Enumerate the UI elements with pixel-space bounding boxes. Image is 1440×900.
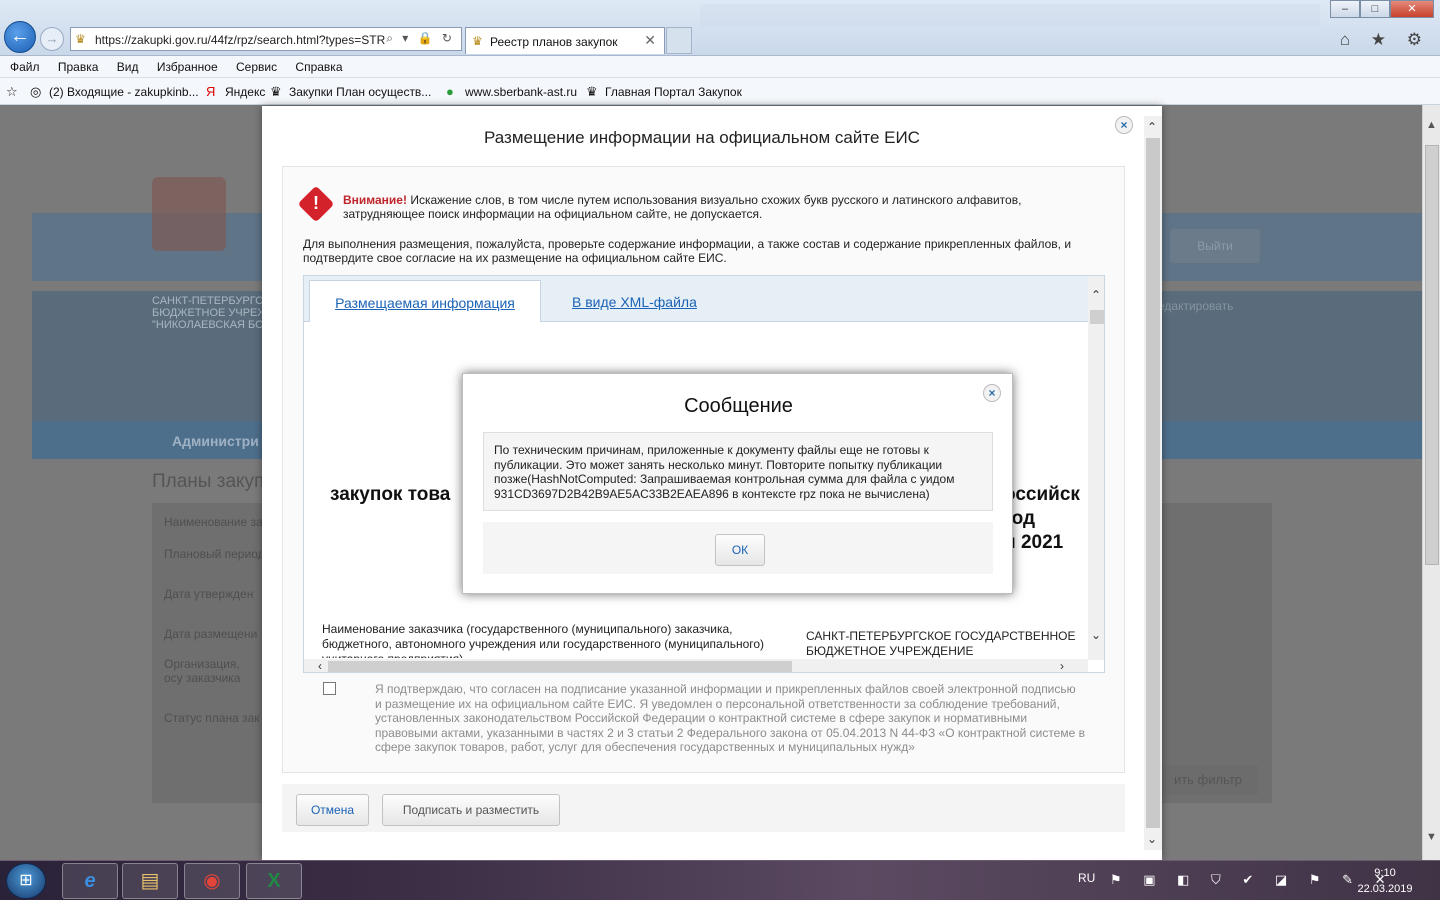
browser-tab-active[interactable]: ♛ Реестр планов закупок ✕ (465, 27, 665, 54)
home-favorites-settings-icons[interactable]: ⌂ ★ ⚙ (1340, 30, 1430, 50)
excel-icon[interactable]: X (246, 863, 302, 899)
window-controls: – □ ✕ (1330, 0, 1434, 18)
sign-and-publish-button[interactable]: Подписать и разместить (382, 794, 560, 826)
background-tabs (700, 4, 1320, 26)
minimize-button[interactable]: – (1330, 0, 1360, 18)
warning-text: Искажение слов, в том числе путем исполь… (343, 193, 1022, 221)
preview-hscroll-thumb[interactable] (328, 661, 792, 672)
bg-org-name: САНКТ-ПЕТЕРБУРГС БЮДЖЕТНОЕ УЧРЕЖ "НИКОЛА… (152, 295, 271, 331)
message-footer: ОК (483, 522, 993, 574)
document-heading-right: оссийск (1004, 484, 1080, 505)
warning-message: Внимание! Искажение слов, в том числе пу… (343, 193, 1073, 221)
page-scrollbar[interactable]: ▲ ▼ (1422, 105, 1440, 860)
customer-value: САНКТ-ПЕТЕРБУРГСКОЕ ГОСУДАРСТВЕННОЕ БЮДЖ… (806, 629, 1076, 658)
maximize-button[interactable]: □ (1360, 0, 1390, 18)
language-indicator[interactable]: RU (1078, 871, 1095, 885)
modal-scroll-thumb[interactable] (1146, 138, 1160, 828)
preview-vscroll-thumb[interactable] (1090, 310, 1104, 324)
forward-button[interactable]: → (40, 27, 64, 51)
bg-coat-of-arms (152, 177, 226, 251)
bg-filter-label: Статус плана зак (164, 711, 260, 725)
tab-xml-file[interactable]: В виде XML-файла (572, 280, 697, 322)
menu-file[interactable]: Файл (0, 56, 45, 74)
warning-label: Внимание! (343, 193, 407, 207)
message-title: Сообщение (684, 395, 793, 417)
scroll-down-icon[interactable]: ▼ (1426, 831, 1437, 843)
cancel-button[interactable]: Отмена (296, 794, 369, 826)
bg-filter-label: Организация, осу заказчика (164, 657, 241, 685)
warning-exclamation: ! (313, 193, 319, 213)
intro-text: Для выполнения размещения, пожалуйста, п… (303, 237, 1072, 265)
modal-scroll-down-icon[interactable]: ⌄ (1147, 832, 1157, 846)
chrome-icon[interactable]: ◉ (184, 863, 240, 899)
bg-filter-label: Плановый период (164, 547, 265, 561)
favorite-link-inbox[interactable]: ◎ (2) Входящие - zakupkinb... (30, 84, 199, 100)
preview-scroll-up-icon[interactable]: ⌃ (1091, 288, 1101, 302)
clock[interactable]: 9:10 22.03.2019 (1350, 865, 1420, 897)
tab-favicon-icon: ♛ (472, 34, 483, 48)
modal-title: Размещение информации на официальном сай… (484, 128, 920, 147)
favorites-star-icon[interactable]: ☆ (6, 84, 25, 100)
bg-edit-link: едактировать (1158, 299, 1234, 313)
favorite-link-yandex[interactable]: Я Яндекс (206, 84, 265, 99)
address-url[interactable]: https://zakupki.gov.ru/44fz/rpz/search.h… (95, 33, 395, 47)
menu-tools[interactable]: Сервис (226, 56, 282, 74)
bg-page-title: Планы закуп (152, 471, 265, 492)
modal-scrollbar[interactable]: ⌃ ⌄ (1144, 116, 1162, 850)
confirm-text: Я подтверждаю, что согласен на подписани… (375, 682, 1085, 754)
preview-vscrollbar[interactable]: ⌃ ⌄ (1088, 276, 1104, 660)
ok-button[interactable]: ОК (715, 534, 765, 566)
preview-scroll-right-icon[interactable]: › (1060, 659, 1064, 672)
menu-edit[interactable]: Правка (48, 56, 104, 74)
new-tab-button[interactable] (666, 27, 692, 54)
bg-apply-filter-button: ить фильтр (1158, 765, 1258, 795)
scroll-up-icon[interactable]: ▲ (1426, 119, 1437, 131)
preview-scroll-left-icon[interactable]: ‹ (318, 659, 322, 672)
bg-filter-label: Дата утвержден (164, 587, 254, 601)
bg-nav-item: Администри (172, 433, 259, 449)
address-actions-icons[interactable]: ⌕ ▾ 🔒 ↻ (386, 31, 455, 46)
bg-logout-button: Выйти (1170, 229, 1260, 263)
menu-help[interactable]: Справка (285, 56, 347, 74)
customer-label: Наименование заказчика (государственного… (322, 622, 765, 658)
modal-scroll-up-icon[interactable]: ⌃ (1147, 120, 1157, 134)
file-explorer-icon[interactable]: ▤ (122, 863, 178, 899)
bg-filter-label: Наименование за (164, 515, 263, 529)
favorite-link-zakupki-plan[interactable]: ♛ Закупки План осуществ... (270, 84, 431, 100)
start-button[interactable]: ⊞ (6, 863, 46, 899)
window-close-button[interactable]: ✕ (1390, 0, 1434, 18)
menu-favorites[interactable]: Избранное (147, 56, 223, 74)
menu-bar: Файл Правка Вид Избранное Сервис Справка (0, 56, 1440, 78)
clock-time: 9:10 (1374, 867, 1396, 879)
scroll-thumb[interactable] (1425, 145, 1439, 565)
preview-scroll-down-icon[interactable]: ⌄ (1091, 628, 1101, 642)
internet-explorer-icon[interactable]: e (62, 863, 118, 899)
tab-title: Реестр планов закупок (490, 35, 618, 49)
back-button[interactable]: ← (4, 21, 36, 53)
preview-tabs: Размещаемая информация В виде XML-файла (304, 276, 1088, 322)
document-heading-left: закупок това (330, 484, 451, 505)
confirm-checkbox[interactable] (323, 682, 336, 695)
favorite-link-portal[interactable]: ♛ Главная Портал Закупок (586, 84, 742, 100)
message-close-icon[interactable]: × (983, 384, 1001, 402)
bg-filter-label: Дата размещени (164, 627, 258, 641)
tab-close-icon[interactable]: ✕ (644, 32, 656, 49)
message-body: По техническим причинам, приложенные к д… (483, 432, 993, 511)
clock-date: 22.03.2019 (1357, 883, 1413, 895)
favorites-bar: ☆ ◎ (2) Входящие - zakupkinb... Я Яндекс ♛… (0, 78, 1440, 105)
modal-footer: Отмена Подписать и разместить (282, 784, 1125, 832)
taskbar: ⊞ e ▤ ◉ X RU ⚑ ▣ ◧ ⛉ ✔ ◪ ⚑ ✎ ✕ 9:10 22.0… (0, 860, 1440, 900)
message-dialog: Сообщение × По техническим причинам, при… (462, 373, 1013, 594)
menu-view[interactable]: Вид (107, 56, 144, 74)
browser-titlebar: – □ ✕ ← → ♛ https://zakupki.gov.ru/44fz/… (0, 0, 1440, 56)
address-bar[interactable]: ♛ https://zakupki.gov.ru/44fz/rpz/search… (70, 27, 462, 51)
site-favicon-icon: ♛ (75, 32, 86, 46)
preview-hscrollbar[interactable]: ‹ › (304, 659, 1088, 672)
modal-close-icon[interactable]: × (1115, 116, 1133, 134)
favorite-link-sberbank[interactable]: ● www.sberbank-ast.ru (446, 84, 577, 99)
tab-placed-information[interactable]: Размещаемая информация (309, 280, 541, 322)
